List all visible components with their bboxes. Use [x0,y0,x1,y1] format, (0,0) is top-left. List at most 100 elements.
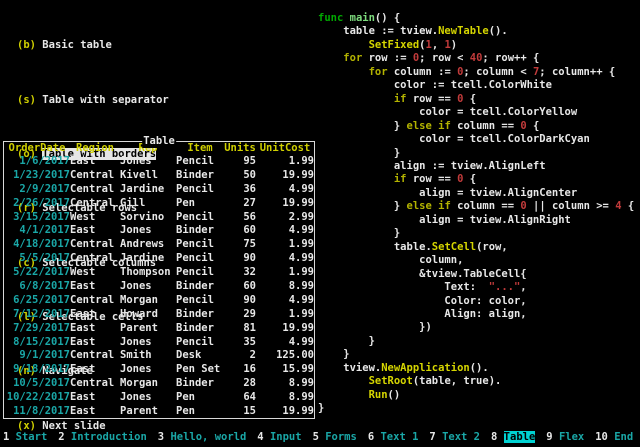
table-cell: Jones [120,154,176,168]
table-cell: 10/22/2017 [4,390,70,404]
status-tab[interactable]: 10 End [595,431,633,443]
table-cell: Binder [176,168,224,182]
table-cell: 6/8/2017 [4,279,70,293]
table-cell: West [70,265,120,279]
table-header-cell: UnitCost [256,142,314,154]
status-tab-number: 10 [595,431,614,443]
table-cell: 4.99 [256,251,314,265]
orders-table: OrderDateRegionRepItemUnitsUnitCost 1/6/… [4,142,314,418]
status-tab[interactable]: 9 Flex [546,431,584,443]
code-line: }) [318,321,634,334]
code-line: } [318,227,634,240]
table-row: 8/15/2017EastJonesPencil354.99 [4,335,314,349]
table-cell: 10/5/2017 [4,376,70,390]
table-cell: 8/15/2017 [4,335,70,349]
table-cell: Binder [176,223,224,237]
table-row: 3/15/2017WestSorvinoPencil562.99 [4,210,314,224]
table-cell: East [70,335,120,349]
code-line: } [318,335,634,348]
status-tab-number: 7 [429,431,442,443]
table-cell: Parent [120,404,176,418]
status-tab[interactable]: 4 Input [257,431,301,443]
table-cell: 125.00 [256,348,314,362]
table-cell: 4/18/2017 [4,237,70,251]
code-line: align := tview.AlignLeft [318,160,634,173]
status-tab[interactable]: 2 Introduction [58,431,147,443]
status-tab-number: 4 [257,431,270,443]
table-cell: 28 [224,376,256,390]
code-line: tview.NewApplication(). [318,362,634,375]
table-cell: 2.99 [256,210,314,224]
table-cell: 75 [224,237,256,251]
table-cell: 60 [224,279,256,293]
table-cell: 95 [224,154,256,168]
table-row: 10/5/2017CentralMorganBinder288.99 [4,376,314,390]
code-line: &tview.TableCell{ [318,268,634,281]
status-tab[interactable]: 7 Text 2 [429,431,480,443]
status-tab[interactable]: 3 Hello, world [158,431,247,443]
table-cell: Pencil [176,210,224,224]
table-row: 9/1/2017CentralSmithDesk2125.00 [4,348,314,362]
status-tab[interactable]: 8 Table [491,431,535,443]
code-line: column, [318,254,634,267]
table-cell: Central [70,376,120,390]
table-row: 6/25/2017CentralMorganPencil904.99 [4,293,314,307]
table-cell: Parent [120,321,176,335]
table-row: 1/6/2017EastJonesPencil951.99 [4,154,314,168]
code-line: color = tcell.ColorYellow [318,106,634,119]
table-cell: 50 [224,168,256,182]
table-cell: Binder [176,376,224,390]
table-cell: Pencil [176,182,224,196]
table-cell: Jardine [120,251,176,265]
code-line: } else if column == 0 || column >= 4 { [318,200,634,213]
status-tab-label: Text 1 [380,431,418,443]
code-line: table.SetCell(row, [318,241,634,254]
code-line: } [318,348,634,361]
status-tab[interactable]: 6 Text 1 [368,431,419,443]
table-cell: 16 [224,362,256,376]
table-cell: Sorvino [120,210,176,224]
table-cell: 8.99 [256,376,314,390]
table-cell: 56 [224,210,256,224]
table-cell: 7/29/2017 [4,321,70,335]
table-cell: Pen [176,390,224,404]
table-cell: 6/25/2017 [4,293,70,307]
status-tab-number: 8 [491,431,504,443]
code-line: } else if column == 0 { [318,120,634,133]
table-cell: Howard [120,307,176,321]
table-cell: Jones [120,362,176,376]
table-cell: 19.99 [256,404,314,418]
table-cell: Morgan [120,376,176,390]
table-cell: 36 [224,182,256,196]
table-cell: 29 [224,307,256,321]
table-cell: 1/23/2017 [4,168,70,182]
code-line: SetRoot(table, true). [318,375,634,388]
status-tab-label: Flex [559,431,584,443]
menu-item[interactable]: (s) Table with separator [17,94,169,108]
table-cell: East [70,362,120,376]
table-row: 4/1/2017EastJonesBinder604.99 [4,223,314,237]
code-line: color := tcell.ColorWhite [318,79,634,92]
table-cell: Central [70,348,120,362]
table-cell: Jones [120,390,176,404]
menu-item-label: Table with separator [42,94,168,106]
table-cell: Binder [176,321,224,335]
table-cell: 4.99 [256,293,314,307]
status-tab[interactable]: 1 Start [3,431,47,443]
table-cell: Pen Set [176,362,224,376]
table-cell: Jardine [120,182,176,196]
status-tab[interactable]: 5 Forms [313,431,357,443]
table-cell: 11/8/2017 [4,404,70,418]
status-tab-number: 2 [58,431,71,443]
menu-item[interactable]: (b) Basic table [17,39,169,53]
table-cell: 5/22/2017 [4,265,70,279]
table-row: 4/18/2017CentralAndrewsPencil751.99 [4,237,314,251]
status-tab-label: Text 2 [442,431,480,443]
menu-item-label: Basic table [42,39,112,51]
table-cell: Morgan [120,293,176,307]
table-cell: Smith [120,348,176,362]
table-cell: 64 [224,390,256,404]
code-pane: func main() { table := tview.NewTable().… [318,12,634,416]
table-cell: Binder [176,307,224,321]
table-cell: 1.99 [256,307,314,321]
